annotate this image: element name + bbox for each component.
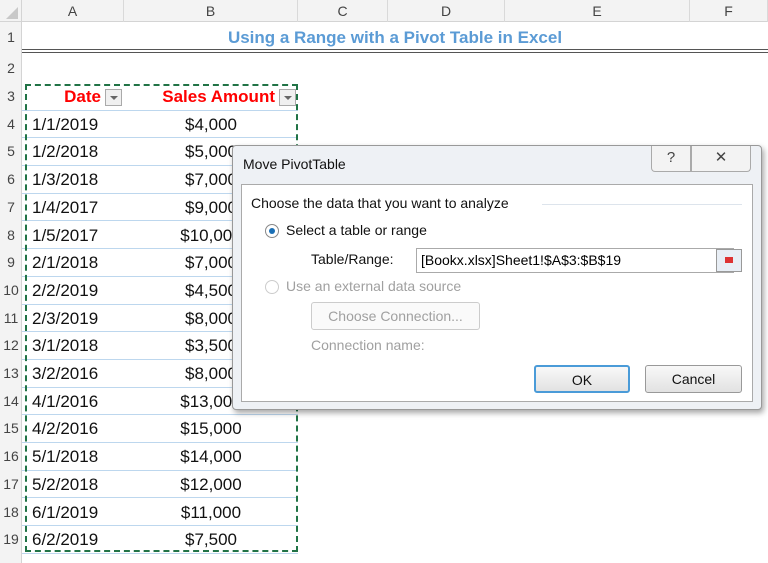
row-header-14[interactable]: 14: [0, 388, 22, 416]
column-header-C[interactable]: C: [298, 0, 388, 22]
column-header-bar: ABCDEF: [0, 0, 768, 22]
row-header-1[interactable]: 1: [0, 22, 22, 53]
close-button[interactable]: ✕: [691, 146, 751, 172]
row-header-2[interactable]: 2: [0, 53, 22, 83]
column-header-A[interactable]: A: [22, 0, 124, 22]
row-header-10[interactable]: 10: [0, 277, 22, 305]
row-header-bar: 1 2 3 4 5 6 7 8 9 10 11 12 13 14 15 16 17 18 19: [0, 22, 22, 563]
help-button[interactable]: ?: [651, 146, 691, 172]
row-header-9[interactable]: 9: [0, 249, 22, 277]
row-header-5[interactable]: 5: [0, 138, 22, 166]
row-header-8[interactable]: 8: [0, 222, 22, 250]
collapse-range-icon[interactable]: [716, 249, 742, 272]
row-header-17[interactable]: 17: [0, 471, 22, 499]
group-divider: [542, 204, 742, 205]
range-label: Table/Range:: [311, 251, 394, 267]
connection-name-label: Connection name:: [311, 337, 425, 353]
row-header-19[interactable]: 19: [0, 526, 22, 554]
row-header-18[interactable]: 18: [0, 499, 22, 527]
row-header-12[interactable]: 12: [0, 332, 22, 360]
option-external-label: Use an external data source: [286, 278, 462, 294]
row-header-11[interactable]: 11: [0, 305, 22, 333]
row-header-6[interactable]: 6: [0, 166, 22, 194]
group-label: Choose the data that you want to analyze: [251, 195, 509, 211]
cancel-button[interactable]: Cancel: [645, 365, 742, 393]
choose-connection-button[interactable]: Choose Connection...: [311, 302, 480, 330]
table-range-input[interactable]: [Bookx.xlsx]Sheet1!$A$3:$B$19: [416, 248, 734, 273]
column-header-D[interactable]: D: [388, 0, 505, 22]
radio-external-source[interactable]: [265, 280, 279, 294]
dialog-body: Choose the data that you want to analyze…: [241, 184, 753, 402]
move-pivottable-dialog: Move PivotTable ? ✕ Choose the data that…: [232, 145, 762, 410]
row-header-13[interactable]: 13: [0, 360, 22, 388]
row-header-15[interactable]: 15: [0, 415, 22, 443]
select-all-corner[interactable]: [0, 0, 22, 22]
sheet-title: Using a Range with a Pivot Table in Exce…: [22, 22, 768, 53]
dialog-title: Move PivotTable: [243, 156, 346, 172]
row-header-4[interactable]: 4: [0, 111, 22, 139]
column-header-B[interactable]: B: [124, 0, 298, 22]
ok-button[interactable]: OK: [534, 365, 630, 393]
column-header-F[interactable]: F: [690, 0, 768, 22]
row-header-7[interactable]: 7: [0, 194, 22, 222]
row-header-16[interactable]: 16: [0, 443, 22, 471]
column-header-E[interactable]: E: [505, 0, 690, 22]
radio-select-table[interactable]: [265, 224, 279, 238]
row-header-3[interactable]: 3: [0, 83, 22, 111]
option-select-label[interactable]: Select a table or range: [286, 222, 427, 238]
